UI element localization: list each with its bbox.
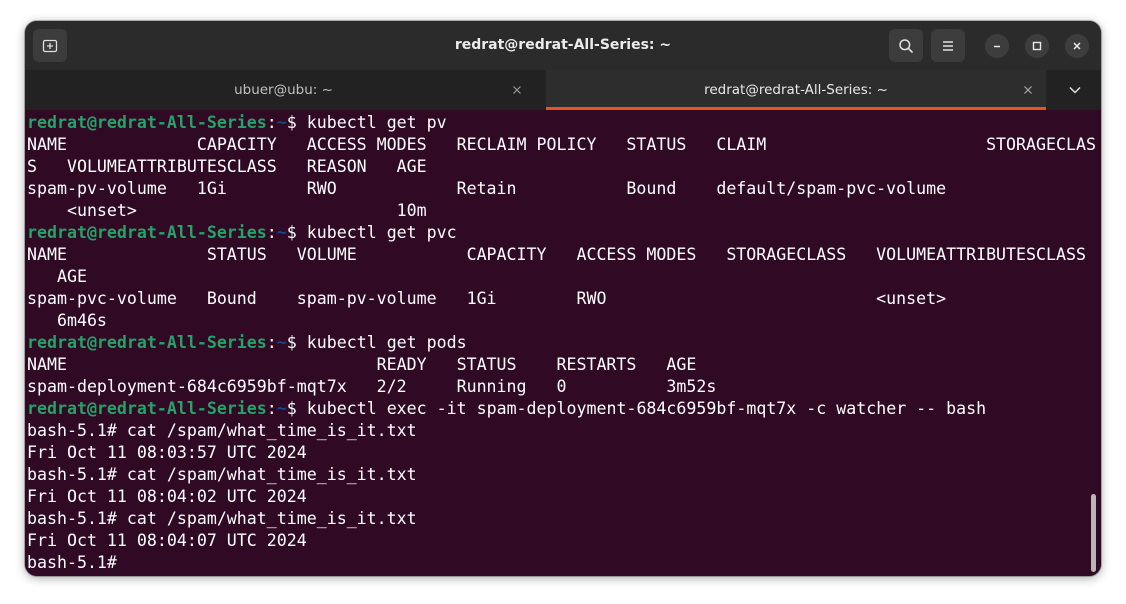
output-line: AGE (27, 267, 87, 286)
prompt-user-host: redrat@redrat-All-Series (27, 223, 267, 242)
minimize-icon (992, 41, 1002, 51)
prompt-user-host: redrat@redrat-All-Series (27, 399, 267, 418)
output-line: 6m46s (27, 311, 107, 330)
tab-label: ubuer@ubu: ~ (234, 82, 333, 98)
prompt-path: ~ (276, 223, 287, 242)
prompt-line: redrat@redrat-All-Series:~$ kubectl get … (27, 222, 1096, 244)
tab-close-button[interactable] (510, 83, 524, 97)
prompt-line: redrat@redrat-All-Series:~$ kubectl exec… (27, 398, 1096, 420)
output-line: Fri Oct 11 08:04:07 UTC 2024 (27, 531, 307, 550)
tab-redrat-all-series[interactable]: redrat@redrat-All-Series: ~ (546, 70, 1046, 110)
output-line: bash-5.1# cat /spam/what_time_is_it.txt (27, 421, 417, 440)
maximize-icon (1032, 41, 1042, 51)
search-icon (898, 38, 914, 54)
output-line: <unset> 10m (27, 201, 427, 220)
prompt-separator: : (266, 333, 277, 352)
tabs-dropdown-button[interactable] (1067, 83, 1083, 97)
prompt-separator: : (266, 223, 277, 242)
close-icon (1072, 41, 1082, 51)
prompt-symbol: $ (286, 223, 307, 242)
output-line: S VOLUMEATTRIBUTESCLASS REASON AGE (27, 157, 427, 176)
terminal-output[interactable]: redrat@redrat-All-Series:~$ kubectl get … (25, 110, 1101, 576)
scrollbar[interactable] (1089, 110, 1099, 576)
terminal-lines: redrat@redrat-All-Series:~$ kubectl get … (27, 112, 1096, 574)
tab-close-button[interactable] (1021, 83, 1035, 97)
prompt-symbol: $ (286, 333, 307, 352)
output-line: Fri Oct 11 08:04:02 UTC 2024 (27, 487, 307, 506)
scrollbar-thumb[interactable] (1091, 494, 1096, 572)
output-line: bash-5.1# cat /spam/what_time_is_it.txt (27, 465, 417, 484)
prompt-user-host: redrat@redrat-All-Series (27, 113, 267, 132)
title-bar: redrat@redrat-All-Series: ~ (25, 21, 1101, 70)
tab-label: redrat@redrat-All-Series: ~ (704, 82, 888, 98)
prompt-user-host: redrat@redrat-All-Series (27, 333, 267, 352)
prompt-path: ~ (276, 399, 287, 418)
prompt-symbol: $ (286, 399, 307, 418)
prompt-symbol: $ (286, 113, 307, 132)
command-text: kubectl exec -it spam-deployment-684c695… (306, 399, 987, 418)
main-menu-button[interactable] (931, 29, 965, 62)
close-icon (510, 83, 524, 97)
maximize-button[interactable] (1025, 34, 1049, 58)
prompt-line: redrat@redrat-All-Series:~$ kubectl get … (27, 332, 1096, 354)
tab-ubuer-ubu[interactable]: ubuer@ubu: ~ (25, 70, 542, 110)
command-text: kubectl get pvc (306, 223, 457, 242)
output-line: NAME READY STATUS RESTARTS AGE (27, 355, 697, 374)
search-button[interactable] (889, 29, 923, 62)
minimize-button[interactable] (985, 34, 1009, 58)
close-icon (1021, 83, 1035, 97)
command-text: kubectl get pods (306, 333, 467, 352)
output-line: NAME CAPACITY ACCESS MODES RECLAIM POLIC… (27, 135, 1096, 154)
tab-bar: ubuer@ubu: ~ redrat@redrat-All-Series: ~ (25, 70, 1101, 110)
output-line: spam-deployment-684c6959bf-mqt7x 2/2 Run… (27, 377, 717, 396)
output-line: spam-pvc-volume Bound spam-pv-volume 1Gi… (27, 289, 947, 308)
new-tab-icon (42, 38, 58, 54)
close-window-button[interactable] (1065, 34, 1089, 58)
output-line: bash-5.1# cat /spam/what_time_is_it.txt (27, 509, 417, 528)
command-text: kubectl get pv (306, 113, 447, 132)
output-line: bash-5.1# (27, 553, 127, 572)
prompt-separator: : (266, 399, 277, 418)
hamburger-menu-icon (940, 38, 956, 54)
chevron-down-icon (1067, 83, 1083, 97)
output-line: spam-pv-volume 1Gi RWO Retain Bound defa… (27, 179, 947, 198)
prompt-path: ~ (276, 113, 287, 132)
new-tab-button[interactable] (33, 29, 67, 62)
prompt-path: ~ (276, 333, 287, 352)
output-line: Fri Oct 11 08:03:57 UTC 2024 (27, 443, 307, 462)
prompt-separator: : (266, 113, 277, 132)
output-line: NAME STATUS VOLUME CAPACITY ACCESS MODES… (27, 245, 1086, 264)
terminal-window: redrat@redrat-All-Series: ~ ubuer@ubu: ~… (25, 21, 1101, 576)
prompt-line: redrat@redrat-All-Series:~$ kubectl get … (27, 112, 1096, 134)
